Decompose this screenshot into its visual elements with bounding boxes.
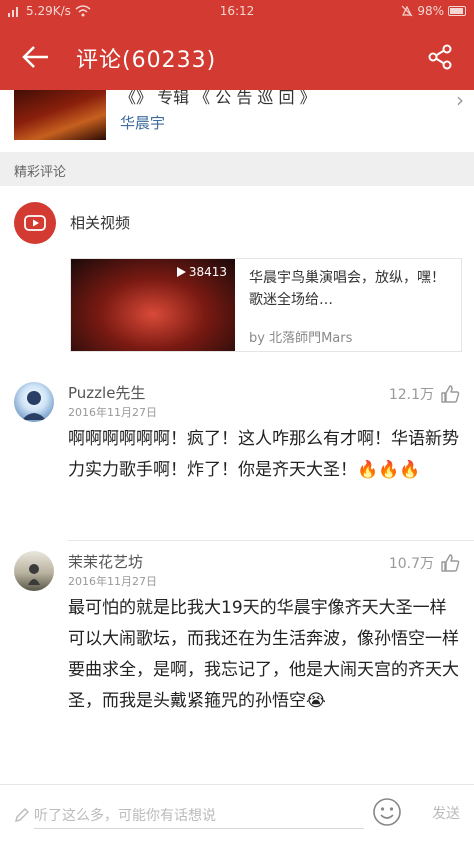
comment-username[interactable]: Puzzle先生 [68,382,145,403]
like-count: 12.1万 [388,387,434,403]
page-title: 评论(60233) [76,48,217,73]
comment-input-bar: 发送 [0,784,474,842]
alarm-off-icon [401,5,413,17]
thumbs-up-icon [441,385,460,403]
comment-text: 啊啊啊啊啊啊！疯了！这人咋那么有才啊！华语新势力实力歌手啊！炸了！你是齐天大圣！… [68,429,459,480]
related-video-card[interactable]: 38413 华晨宇鸟巢演唱会，放纵，嘿！歌迷全场给… by 北落師門Mars [70,258,462,352]
like-button[interactable]: 10.7万 [389,553,460,573]
song-artist[interactable]: 华晨宇 [120,112,165,133]
song-header[interactable]: 《》 专辑 《 公 告 巡 回 》 华晨宇 › [0,90,474,148]
comment-input[interactable] [34,803,364,829]
related-video-label: 相关视频 [70,214,131,232]
back-button[interactable] [16,39,56,75]
thumbs-up-icon [441,554,460,572]
send-button[interactable]: 发送 [432,803,460,823]
battery-icon [448,6,466,16]
back-arrow-icon [22,46,48,68]
section-title: 精彩评论 [14,165,67,180]
video-title: 华晨宇鸟巢演唱会，放纵，嘿！歌迷全场给… [249,270,445,308]
video-author: by 北落師門Mars [249,331,353,346]
avatar[interactable] [14,382,54,422]
emoji-icon[interactable] [372,797,402,827]
share-button[interactable] [422,39,458,75]
status-bar: 5.29K/s 16:12 98% [0,0,474,24]
battery-percent: 98% [417,4,444,18]
album-cover [14,90,106,140]
song-title: 《》 专辑 《 公 告 巡 回 》 [120,90,316,107]
comment-text: 最可怕的就是比我大19天的华晨宇像齐天大圣一样可以大闹歌坛，而我还在为生活奔波，… [68,598,459,711]
pencil-icon [15,808,29,822]
avatar[interactable] [14,551,54,591]
chevron-right-icon: › [456,90,464,112]
play-icon [176,267,186,277]
video-thumbnail: 38413 [71,259,235,351]
play-count-value: 38413 [188,265,227,279]
share-icon [428,44,452,70]
comment-username[interactable]: 茉茉花艺坊 [68,551,143,572]
app-bar: 评论(60233) [0,24,474,90]
play-count: 38413 [176,265,227,279]
like-button[interactable]: 12.1万 [389,384,460,404]
status-right: 98% [401,4,466,18]
comment-item: 茉茉花艺坊 2016年11月27日 10.7万 最可怕的就是比我大19天的华晨宇… [0,541,474,777]
like-count: 10.7万 [388,556,434,572]
comment-date: 2016年11月27日 [68,575,157,588]
video-icon [14,202,56,244]
comment-item: Puzzle先生 2016年11月27日 12.1万 啊啊啊啊啊啊！疯了！这人咋… [0,372,474,540]
section-header: 精彩评论 [0,152,474,186]
comment-date: 2016年11月27日 [68,406,157,419]
